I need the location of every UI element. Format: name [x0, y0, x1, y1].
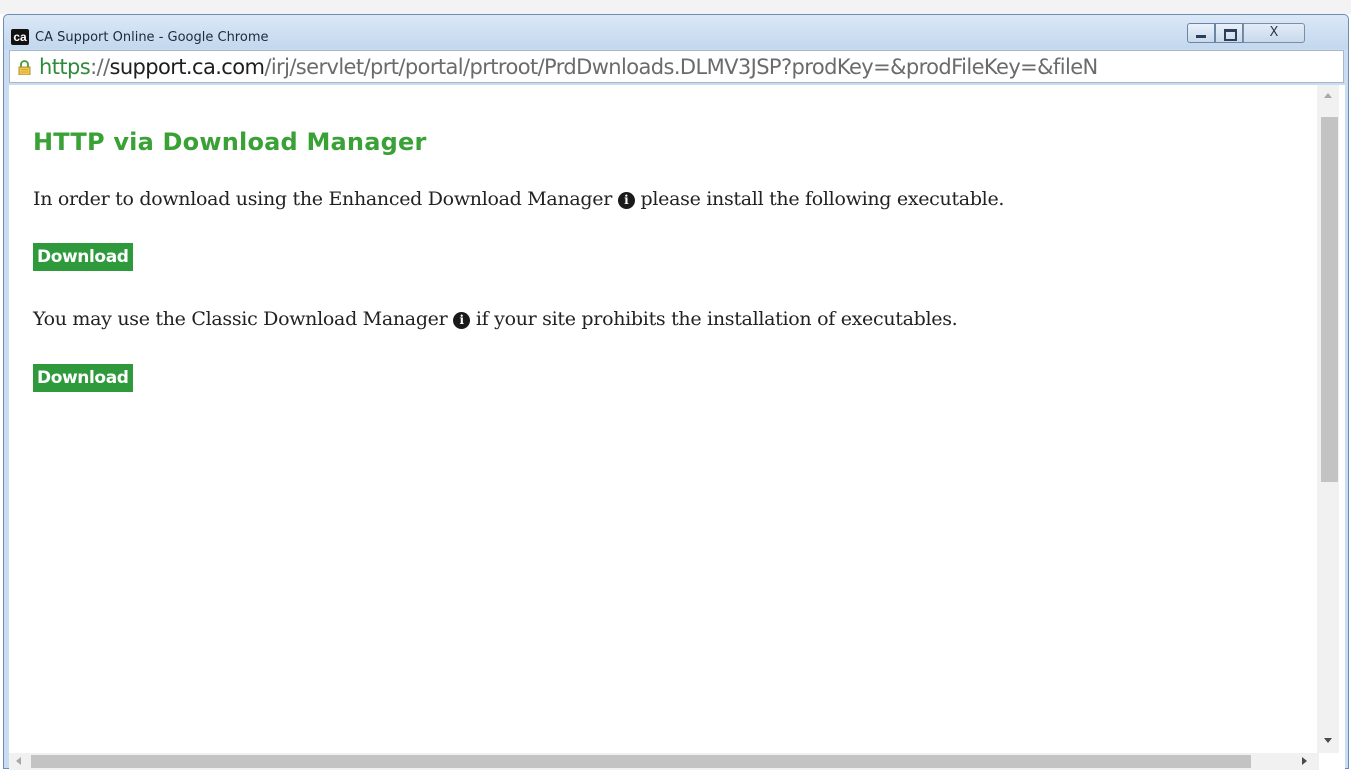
info-icon[interactable]: i [617, 192, 635, 209]
para2-after: if your site prohibits the installation … [475, 308, 958, 330]
maximize-icon [1224, 29, 1237, 41]
scroll-left-arrow-icon[interactable] [16, 757, 21, 765]
para1-before: In order to download using the Enhanced … [33, 188, 613, 210]
close-icon: X [1269, 25, 1279, 40]
title-bar[interactable]: ca CA Support Online - Google Chrome X [4, 15, 1348, 49]
window-title: CA Support Online - Google Chrome [35, 30, 269, 45]
page-heading: HTTP via Download Manager [33, 128, 427, 156]
close-button[interactable]: X [1243, 23, 1305, 43]
vertical-scroll-thumb[interactable] [1321, 117, 1338, 482]
lock-icon [18, 60, 31, 75]
minimize-button[interactable] [1187, 23, 1215, 43]
url-scheme: https [39, 55, 91, 79]
url-path: /irj/servlet/prt/portal/prtroot/PrdDwnlo… [264, 55, 1098, 79]
enhanced-manager-text: In order to download using the Enhanced … [33, 187, 1004, 211]
enhanced-download-button[interactable]: Download [33, 243, 133, 271]
address-bar[interactable]: https://support.ca.com/irj/servlet/prt/p… [9, 50, 1344, 83]
para1-after: please install the following executable. [640, 188, 1005, 210]
maximize-button[interactable] [1215, 23, 1243, 43]
classic-manager-text: You may use the Classic Download Manager… [33, 307, 958, 331]
background-page-strip [0, 0, 1351, 14]
vertical-scrollbar[interactable] [1317, 85, 1339, 753]
url-scheme-separator: :// [90, 55, 110, 79]
url-host: support.ca.com [109, 55, 265, 79]
ca-app-icon: ca [11, 29, 29, 45]
horizontal-scrollbar[interactable] [9, 753, 1319, 770]
scroll-up-arrow-icon[interactable] [1324, 93, 1332, 98]
browser-popup-window: ca CA Support Online - Google Chrome X h… [3, 14, 1349, 770]
scroll-right-arrow-icon[interactable] [1302, 757, 1307, 765]
url-text[interactable]: https://support.ca.com/irj/servlet/prt/p… [39, 55, 1339, 79]
minimize-icon [1196, 35, 1206, 38]
horizontal-scroll-thumb[interactable] [31, 755, 1251, 768]
scroll-down-arrow-icon[interactable] [1324, 738, 1332, 743]
page-content: HTTP via Download Manager In order to do… [9, 85, 1345, 770]
info-icon[interactable]: i [453, 312, 471, 329]
classic-download-button[interactable]: Download [33, 364, 133, 392]
para2-before: You may use the Classic Download Manager [33, 308, 448, 330]
